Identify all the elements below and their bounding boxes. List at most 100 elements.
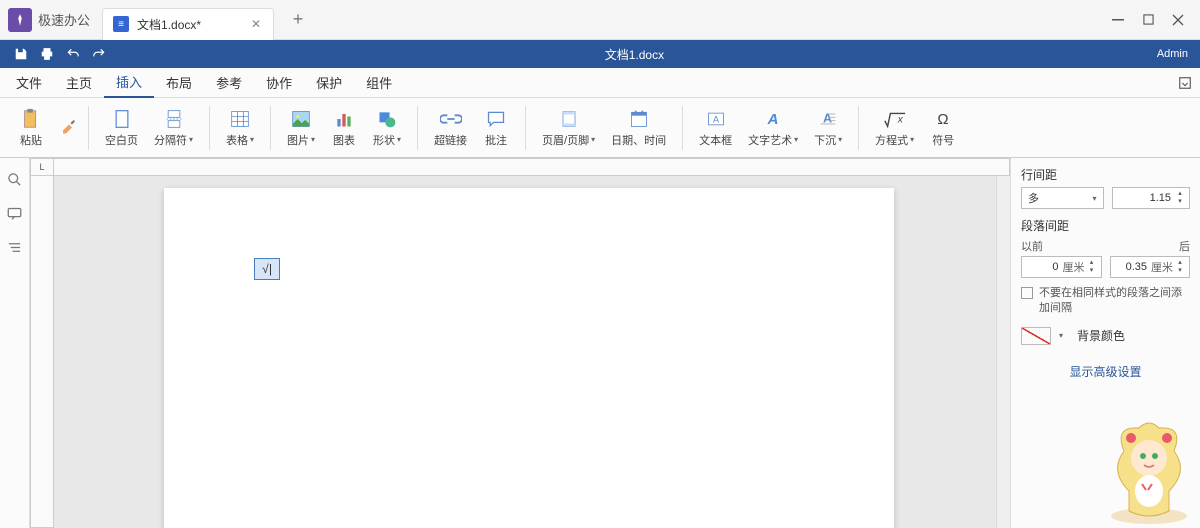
menu-reference[interactable]: 参考	[204, 68, 254, 98]
document-page[interactable]: √|	[164, 188, 894, 528]
tab-close-button[interactable]: ✕	[249, 17, 263, 31]
document-title: 文档1.docx	[112, 46, 1157, 63]
svg-text:Ω: Ω	[938, 111, 949, 128]
save-icon	[14, 47, 28, 61]
page-icon	[109, 108, 135, 130]
app-logo	[8, 8, 32, 32]
svg-text:A: A	[713, 114, 720, 124]
table-icon	[227, 108, 253, 130]
comment-button[interactable]: 批注	[477, 106, 515, 150]
symbol-icon: Ω	[930, 108, 956, 130]
menu-collab[interactable]: 协作	[254, 68, 304, 98]
comments-tool[interactable]	[6, 204, 24, 222]
link-icon	[438, 108, 464, 130]
blank-page-button[interactable]: 空白页	[99, 106, 144, 150]
before-label: 以前	[1021, 238, 1043, 254]
chart-icon	[331, 108, 357, 130]
bg-color-dropdown[interactable]: ▾	[1059, 331, 1063, 340]
dropcap-icon: A	[815, 108, 841, 130]
ribbon: 粘贴 空白页 分隔符▾ 表格▾ 图片▾ 图表	[0, 98, 1200, 158]
chart-button[interactable]: 图表	[325, 106, 363, 150]
menu-layout[interactable]: 布局	[154, 68, 204, 98]
menu-plugin[interactable]: 组件	[354, 68, 404, 98]
collapse-ribbon-button[interactable]	[1176, 74, 1194, 92]
calendar-icon	[626, 108, 652, 130]
equation-button[interactable]: x 方程式▾	[869, 106, 920, 150]
menu-insert[interactable]: 插入	[104, 68, 154, 98]
dropcap-button[interactable]: A 下沉▾	[808, 106, 848, 150]
picture-icon	[288, 108, 314, 130]
textbox-icon: A	[703, 108, 729, 130]
redo-icon	[92, 47, 106, 61]
equation-placeholder[interactable]: √|	[254, 258, 280, 280]
save-button[interactable]	[8, 42, 34, 66]
equation-icon: x	[882, 108, 908, 130]
datetime-button[interactable]: 日期、时间	[605, 106, 672, 150]
document-tab[interactable]: ≡ 文档1.docx* ✕	[102, 8, 274, 40]
search-tool[interactable]	[6, 170, 24, 188]
left-sidebar	[0, 158, 30, 528]
document-area: L √|	[30, 158, 1010, 528]
spacing-after-input[interactable]: 0.35 厘米 ▴▾	[1110, 256, 1191, 278]
pagebreak-icon	[161, 108, 187, 130]
no-space-same-style-checkbox[interactable]: 不要在相同样式的段落之间添加间隔	[1021, 286, 1190, 317]
bg-color-swatch[interactable]	[1021, 327, 1051, 345]
rocket-icon	[13, 13, 27, 27]
spacing-before-input[interactable]: 0 厘米 ▴▾	[1021, 256, 1102, 278]
paste-icon	[18, 108, 44, 130]
workspace: L √| 行间距 多▾	[0, 158, 1200, 528]
svg-text:x: x	[896, 114, 903, 125]
menu-file[interactable]: 文件	[4, 68, 54, 98]
chat-icon	[7, 206, 22, 221]
maximize-button[interactable]	[1134, 6, 1162, 34]
shape-icon	[374, 108, 400, 130]
tab-title: 文档1.docx*	[137, 16, 201, 33]
textbox-button[interactable]: A 文本框	[693, 106, 738, 150]
comment-icon	[483, 108, 509, 130]
show-advanced-link[interactable]: 显示高级设置	[1021, 363, 1190, 380]
wordart-icon: A	[760, 108, 786, 130]
format-painter-button[interactable]	[60, 117, 78, 138]
print-button[interactable]	[34, 42, 60, 66]
docx-icon: ≡	[113, 16, 129, 32]
user-label[interactable]: Admin	[1157, 48, 1188, 60]
bg-color-label: 背景颜色	[1077, 327, 1125, 344]
menu-bar: 文件 主页 插入 布局 参考 协作 保护 组件	[0, 68, 1200, 98]
spin-up[interactable]: ▴	[1175, 190, 1185, 198]
close-button[interactable]	[1164, 6, 1192, 34]
undo-button[interactable]	[60, 42, 86, 66]
picture-button[interactable]: 图片▾	[281, 106, 321, 150]
headings-tool[interactable]	[6, 238, 24, 256]
menu-home[interactable]: 主页	[54, 68, 104, 98]
page-break-button[interactable]: 分隔符▾	[148, 106, 199, 150]
quick-access-bar: 文档1.docx Admin	[0, 40, 1200, 68]
avatar-decoration	[1104, 416, 1194, 526]
spin-down[interactable]: ▾	[1175, 198, 1185, 206]
titlebar: 极速办公 ≡ 文档1.docx* ✕ +	[0, 0, 1200, 40]
vertical-scrollbar[interactable]	[996, 176, 1010, 528]
ruler-corner[interactable]: L	[30, 158, 54, 176]
minimize-button[interactable]	[1104, 6, 1132, 34]
symbol-button[interactable]: Ω 符号	[924, 106, 962, 150]
para-spacing-label: 段落间距	[1021, 217, 1190, 234]
hyperlink-button[interactable]: 超链接	[428, 106, 473, 150]
wordart-button[interactable]: A 文字艺术▾	[742, 106, 804, 150]
headerfooter-icon	[556, 108, 582, 130]
svg-text:A: A	[767, 111, 779, 128]
line-spacing-value-input[interactable]: 1.15 ▴▾	[1112, 187, 1191, 209]
svg-text:A: A	[823, 111, 832, 125]
horizontal-ruler[interactable]	[54, 158, 1010, 176]
page-viewport[interactable]: √|	[54, 176, 996, 528]
after-label: 后	[1179, 238, 1190, 254]
shape-button[interactable]: 形状▾	[367, 106, 407, 150]
header-footer-button[interactable]: 页眉/页脚▾	[536, 106, 601, 150]
list-icon	[7, 240, 22, 255]
menu-protect[interactable]: 保护	[304, 68, 354, 98]
vertical-ruler[interactable]	[30, 176, 54, 528]
paste-button[interactable]: 粘贴	[12, 106, 50, 150]
redo-button[interactable]	[86, 42, 112, 66]
new-tab-button[interactable]: +	[286, 8, 310, 32]
table-button[interactable]: 表格▾	[220, 106, 260, 150]
search-icon	[7, 172, 22, 187]
line-spacing-mode-select[interactable]: 多▾	[1021, 187, 1104, 209]
